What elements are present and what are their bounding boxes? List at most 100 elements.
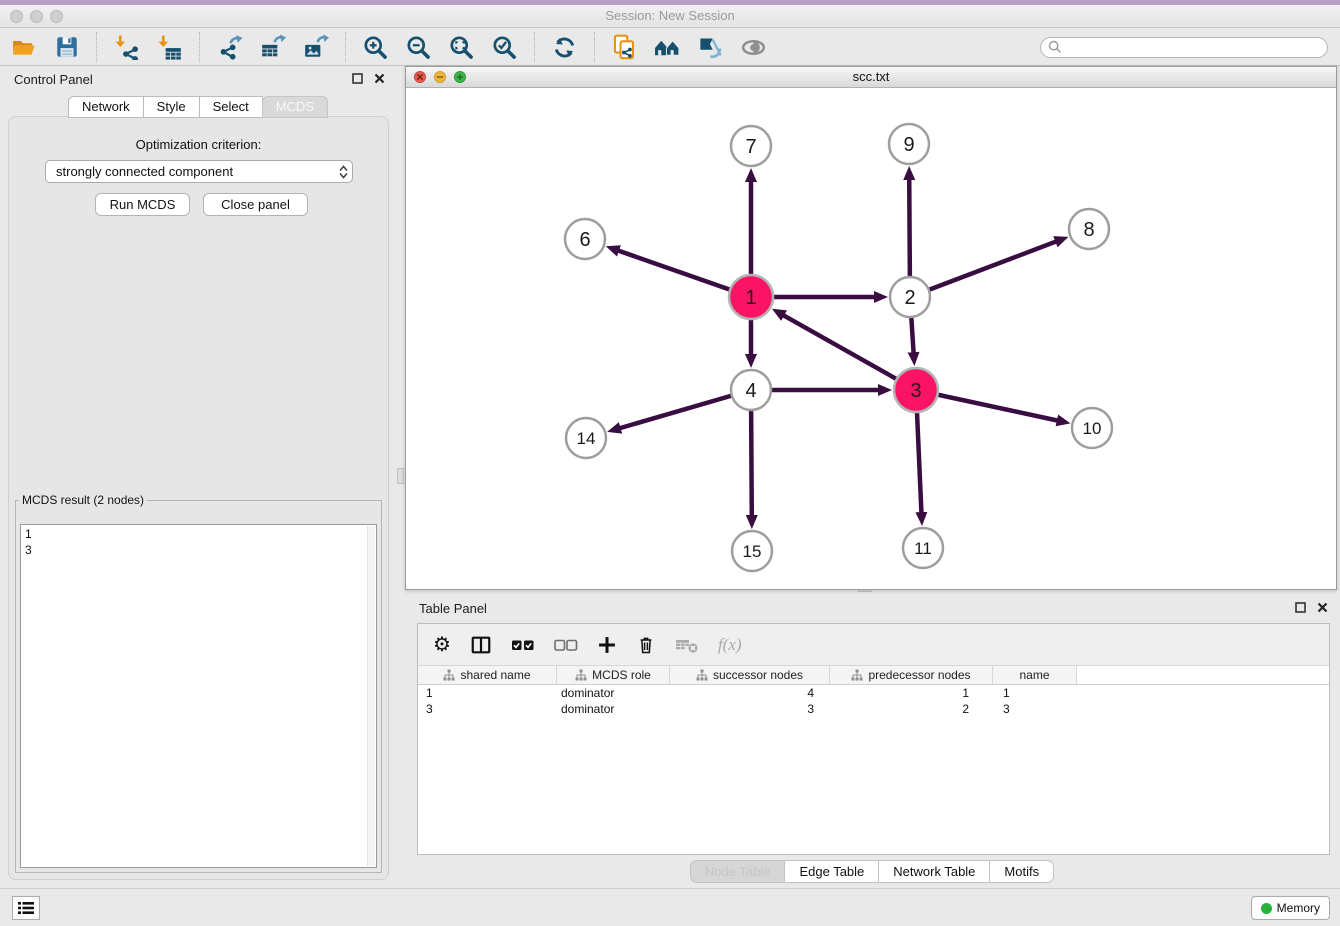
graph-node-label: 1 bbox=[745, 287, 756, 309]
column-header-mcds-role[interactable]: MCDS role bbox=[557, 666, 670, 684]
tab-mcds[interactable]: MCDS bbox=[262, 96, 328, 118]
table-rows: 1dominator4113dominator323 bbox=[418, 685, 1329, 717]
close-panel-icon[interactable] bbox=[1317, 602, 1328, 613]
table-cell: dominator bbox=[557, 685, 670, 701]
table-panel-title: Table Panel bbox=[419, 601, 487, 616]
network-close-button[interactable] bbox=[414, 71, 426, 83]
table-cell: dominator bbox=[557, 701, 670, 717]
first-neighbors-icon[interactable] bbox=[654, 34, 681, 61]
function-builder-icon[interactable]: f(x) bbox=[718, 635, 742, 655]
float-panel-icon[interactable] bbox=[352, 73, 363, 84]
tab-network-table[interactable]: Network Table bbox=[878, 860, 990, 883]
search-input[interactable] bbox=[1064, 39, 1327, 56]
memory-button[interactable]: Memory bbox=[1251, 896, 1330, 920]
zoom-in-icon[interactable] bbox=[362, 34, 389, 61]
export-network-icon[interactable] bbox=[216, 34, 243, 61]
memory-status-icon bbox=[1261, 903, 1272, 914]
refresh-icon[interactable] bbox=[551, 34, 578, 61]
tab-motifs[interactable]: Motifs bbox=[989, 860, 1054, 883]
search-icon bbox=[1046, 38, 1064, 56]
result-line: 3 bbox=[25, 542, 372, 558]
graph-node-label: 4 bbox=[745, 380, 756, 402]
open-session-icon[interactable] bbox=[10, 34, 37, 61]
toolbar-separator bbox=[345, 32, 346, 62]
network-window-titlebar[interactable]: scc.txt bbox=[406, 67, 1336, 88]
control-panel-title: Control Panel bbox=[14, 72, 93, 87]
network-maximize-button[interactable] bbox=[454, 71, 466, 83]
delete-column-icon[interactable] bbox=[636, 635, 656, 655]
zoom-out-icon[interactable] bbox=[405, 34, 432, 61]
tab-network[interactable]: Network bbox=[68, 96, 144, 118]
table-row[interactable]: 3dominator323 bbox=[418, 701, 1329, 717]
show-columns-icon[interactable] bbox=[470, 634, 492, 656]
network-minimize-button[interactable] bbox=[434, 71, 446, 83]
criterion-value: strongly connected component bbox=[56, 161, 233, 182]
graph-node-label: 3 bbox=[910, 380, 921, 402]
table-header-row: shared name MCDS role successor nodes pr… bbox=[418, 666, 1329, 685]
table-header-filler bbox=[1077, 666, 1329, 684]
import-network-icon[interactable] bbox=[113, 34, 140, 61]
column-header-predecessor-nodes[interactable]: predecessor nodes bbox=[830, 666, 993, 684]
close-panel-icon[interactable] bbox=[374, 73, 385, 84]
select-all-icon[interactable] bbox=[511, 638, 535, 652]
result-scrollbar[interactable] bbox=[367, 526, 375, 866]
criterion-dropdown[interactable]: strongly connected component bbox=[45, 160, 353, 183]
show-graphics-details-icon[interactable] bbox=[740, 34, 767, 61]
save-session-icon[interactable] bbox=[53, 34, 80, 61]
table-settings-icon[interactable]: ⚙ bbox=[433, 635, 451, 655]
window-traffic-lights bbox=[10, 10, 63, 23]
hide-labels-icon[interactable] bbox=[697, 34, 724, 61]
delete-table-icon[interactable] bbox=[675, 636, 699, 654]
export-table-icon[interactable] bbox=[259, 34, 286, 61]
close-panel-button[interactable]: Close panel bbox=[203, 193, 308, 216]
network-canvas[interactable]: 7968124314101511 bbox=[406, 88, 1336, 589]
column-header-successor-nodes[interactable]: successor nodes bbox=[670, 666, 830, 684]
close-window-button[interactable] bbox=[10, 10, 23, 23]
column-hierarchy-icon bbox=[443, 669, 455, 681]
graph-node-label: 11 bbox=[914, 539, 932, 558]
toolbar-separator bbox=[534, 32, 535, 62]
duplicate-network-icon[interactable] bbox=[611, 34, 638, 61]
graph-node-label: 14 bbox=[577, 429, 596, 448]
graph-node-label: 15 bbox=[743, 542, 762, 561]
table-cell: 1 bbox=[830, 685, 993, 701]
zoom-window-button[interactable] bbox=[50, 10, 63, 23]
graph-edge-2-8[interactable] bbox=[910, 241, 1056, 297]
export-image-icon[interactable] bbox=[302, 34, 329, 61]
table-cell: 1 bbox=[993, 685, 1077, 701]
tab-select[interactable]: Select bbox=[199, 96, 263, 118]
tab-style[interactable]: Style bbox=[143, 96, 200, 118]
column-header-name[interactable]: name bbox=[993, 666, 1077, 684]
run-mcds-button[interactable]: Run MCDS bbox=[95, 193, 190, 216]
create-column-icon[interactable] bbox=[597, 635, 617, 655]
search-field[interactable] bbox=[1040, 37, 1328, 58]
window-titlebar: Session: New Session bbox=[0, 5, 1340, 28]
toolbar-separator bbox=[199, 32, 200, 62]
mcds-result-textarea[interactable]: 1 3 bbox=[20, 524, 377, 868]
graph-node-label: 2 bbox=[904, 287, 915, 309]
column-hierarchy-icon bbox=[575, 669, 587, 681]
window-title: Session: New Session bbox=[0, 5, 1340, 27]
table-row[interactable]: 1dominator411 bbox=[418, 685, 1329, 701]
tab-edge-table[interactable]: Edge Table bbox=[784, 860, 879, 883]
import-table-icon[interactable] bbox=[156, 34, 183, 61]
column-header-shared-name[interactable]: shared name bbox=[418, 666, 557, 684]
table-toolbar: ⚙ f(x) bbox=[418, 624, 1329, 666]
network-view-window: scc.txt 7968124314101511 bbox=[405, 66, 1337, 590]
tab-node-table[interactable]: Node Table bbox=[690, 860, 786, 883]
deselect-all-icon[interactable] bbox=[554, 638, 578, 652]
minimize-window-button[interactable] bbox=[30, 10, 43, 23]
control-panel: Control Panel Optimization criterion: st… bbox=[0, 66, 397, 888]
table-panel: Table Panel ⚙ f(x) shared name bbox=[405, 595, 1340, 888]
dropdown-stepper-icon bbox=[334, 161, 352, 182]
float-panel-icon[interactable] bbox=[1295, 602, 1306, 613]
zoom-selected-icon[interactable] bbox=[491, 34, 518, 61]
graph-node-label: 9 bbox=[903, 134, 914, 156]
control-panel-tabs: Network Style Select MCDS bbox=[0, 96, 397, 118]
table-cell: 2 bbox=[830, 701, 993, 717]
toolbar-separator bbox=[96, 32, 97, 62]
splitter-handle[interactable] bbox=[397, 468, 404, 484]
zoom-fit-icon[interactable] bbox=[448, 34, 475, 61]
network-window-title: scc.txt bbox=[406, 67, 1336, 87]
task-history-button[interactable] bbox=[12, 896, 40, 920]
